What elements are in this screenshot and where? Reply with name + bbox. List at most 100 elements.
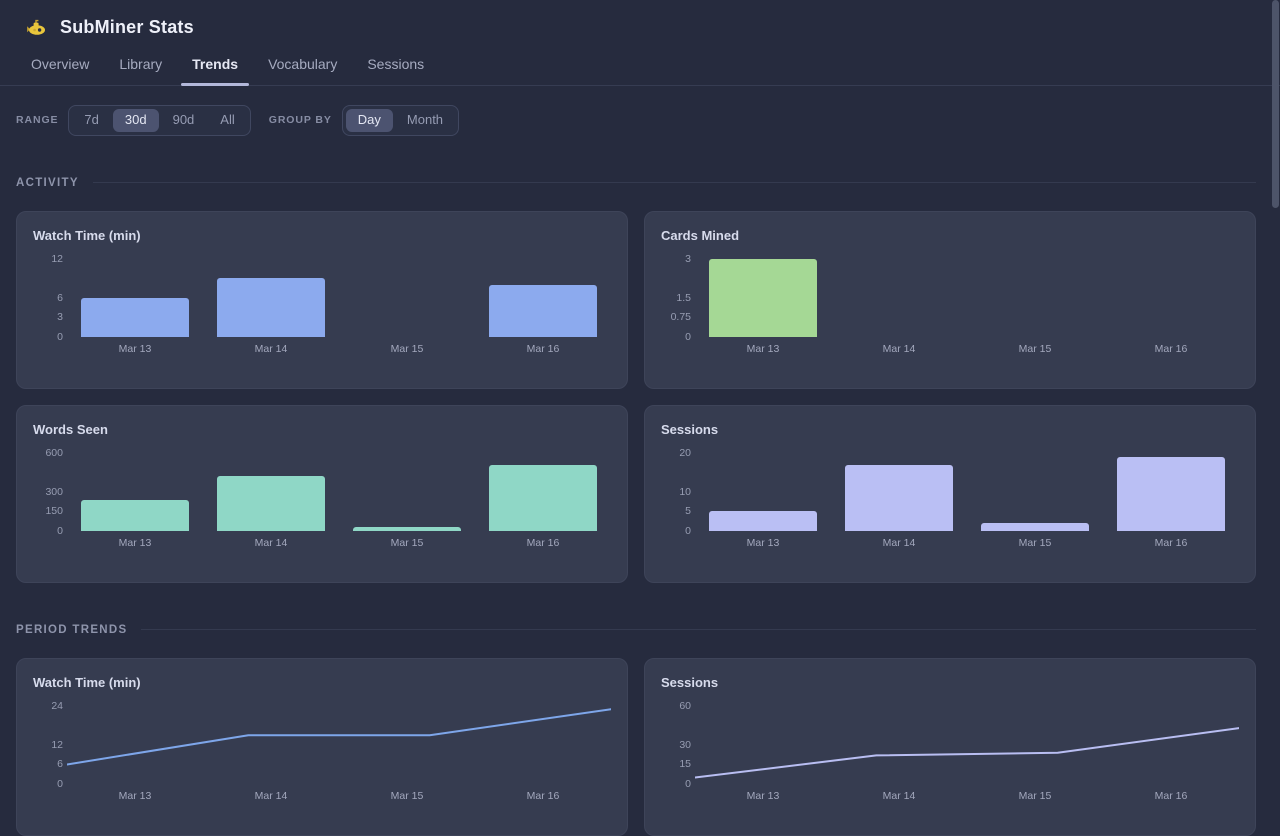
bar [217,278,326,337]
bar-slot [203,259,339,337]
plot-area [67,453,611,531]
x-axis-label: Mar 15 [967,537,1103,549]
scrollbar-thumb[interactable] [1272,0,1279,208]
x-axis-label: Mar 15 [339,343,475,355]
submarine-logo-icon [26,19,46,36]
x-axis-labels: Mar 13Mar 14Mar 15Mar 16 [695,343,1239,355]
x-axis-label: Mar 16 [475,343,611,355]
tab-vocabulary[interactable]: Vocabulary [257,40,348,85]
y-axis-tick: 1.5 [645,292,691,304]
plot-area [67,259,611,337]
y-axis-tick: 0 [17,778,63,790]
chart-title: Sessions [661,422,718,437]
activity-chart-grid: Watch Time (min)12630Mar 13Mar 14Mar 15M… [16,211,1256,583]
y-axis-tick: 12 [17,253,63,265]
x-axis-label: Mar 15 [967,343,1103,355]
chart-card-watch-time: Watch Time (min)12630Mar 13Mar 14Mar 15M… [16,211,628,389]
x-axis-label: Mar 16 [475,537,611,549]
bar-slot [475,453,611,531]
x-axis-label: Mar 14 [203,343,339,355]
x-axis-label: Mar 14 [203,537,339,549]
group-by-option-month[interactable]: Month [395,109,455,132]
x-axis-label: Mar 15 [339,537,475,549]
tab-library[interactable]: Library [108,40,173,85]
y-axis-tick: 15 [645,758,691,770]
tab-trends[interactable]: Trends [181,40,249,85]
bar [489,465,598,531]
y-axis-tick: 0 [17,525,63,537]
x-axis-label: Mar 15 [967,790,1103,802]
app-header: SubMiner Stats [0,0,1280,40]
section-header-period-trends: PERIOD TRENDS [16,624,1256,636]
group-by-segmented-control: Day Month [342,105,459,136]
page-title: SubMiner Stats [60,17,194,38]
x-axis-label: Mar 14 [831,790,967,802]
chart-card-sessions: Sessions201050Mar 13Mar 14Mar 15Mar 16 [644,405,1256,583]
x-axis-label: Mar 13 [695,790,831,802]
bar-slot [967,259,1103,337]
x-axis-label: Mar 13 [695,537,831,549]
tab-sessions[interactable]: Sessions [356,40,435,85]
tab-bar: Overview Library Trends Vocabulary Sessi… [0,40,1280,86]
x-axis-label: Mar 16 [475,790,611,802]
chart-title: Watch Time (min) [33,675,141,690]
chart-title: Sessions [661,675,718,690]
x-axis-labels: Mar 13Mar 14Mar 15Mar 16 [67,790,611,802]
bar [353,527,462,531]
chart-card-sessions-trend: Sessions6030150Mar 13Mar 14Mar 15Mar 16 [644,658,1256,836]
chart-card-watch-time-trend: Watch Time (min)241260Mar 13Mar 14Mar 15… [16,658,628,836]
bar-slot [831,259,967,337]
y-axis-tick: 0 [17,331,63,343]
range-option-7d[interactable]: 7d [72,109,110,132]
chart-title: Words Seen [33,422,108,437]
y-axis-tick: 0 [645,331,691,343]
plot-area [67,706,611,784]
chart-title: Cards Mined [661,228,739,243]
period-trends-chart-grid: Watch Time (min)241260Mar 13Mar 14Mar 15… [16,658,1256,836]
x-axis-label: Mar 15 [339,790,475,802]
y-axis-tick: 10 [645,486,691,498]
y-axis-tick: 3 [17,311,63,323]
bar-slot [203,453,339,531]
x-axis-label: Mar 13 [67,790,203,802]
x-axis-labels: Mar 13Mar 14Mar 15Mar 16 [67,537,611,549]
y-axis-tick: 300 [17,486,63,498]
x-axis-label: Mar 14 [831,343,967,355]
chart-card-words-seen: Words Seen 600 300 150 0 Mar 13Mar 14Mar 15Ma… [16,405,628,583]
bar [81,500,190,531]
y-axis-tick: 6 [17,292,63,304]
section-title: PERIOD TRENDS [16,624,127,636]
bar-slot [967,453,1103,531]
y-axis-tick: 60 [645,700,691,712]
trend-line [695,728,1239,777]
x-axis-label: Mar 16 [1103,537,1239,549]
x-axis-label: Mar 13 [67,537,203,549]
y-axis-tick: 600 [17,447,63,459]
bar-slot [339,453,475,531]
section-title: ACTIVITY [16,177,79,189]
x-axis-labels: Mar 13Mar 14Mar 15Mar 16 [695,790,1239,802]
y-axis-tick: 150 [17,505,63,517]
bar-slot [475,259,611,337]
y-axis-tick: 0.75 [645,311,691,323]
group-by-option-day[interactable]: Day [346,109,393,132]
plot-area [695,706,1239,784]
tab-overview[interactable]: Overview [20,40,100,85]
bar [981,523,1090,531]
filter-controls: RANGE 7d 30d 90d All GROUP BY Day Month [16,105,1280,136]
range-label: RANGE [16,114,58,126]
bar [489,285,598,337]
x-axis-label: Mar 16 [1103,790,1239,802]
bar [709,511,818,531]
range-option-all[interactable]: All [208,109,246,132]
range-option-90d[interactable]: 90d [161,109,207,132]
section-divider [141,629,1256,630]
range-option-30d[interactable]: 30d [113,109,159,132]
bar [845,465,954,531]
y-axis-tick: 12 [17,739,63,751]
bar-slot [339,259,475,337]
chart-title: Watch Time (min) [33,228,141,243]
x-axis-labels: Mar 13Mar 14Mar 15Mar 16 [695,537,1239,549]
y-axis-tick: 3 [645,253,691,265]
trend-line-chart [67,706,611,784]
